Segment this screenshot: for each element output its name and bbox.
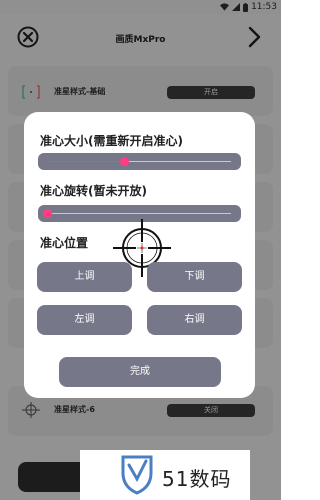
slider-fill <box>47 161 125 162</box>
rotation-title: 准心旋转(暂未开放) <box>40 184 147 198</box>
move-up-button[interactable]: 上调 <box>37 262 132 292</box>
size-slider[interactable] <box>38 153 241 170</box>
done-button[interactable]: 完成 <box>59 357 221 387</box>
move-down-button[interactable]: 下调 <box>147 262 242 292</box>
move-right-button[interactable]: 右调 <box>147 305 242 335</box>
slider-thumb[interactable] <box>43 209 52 218</box>
shield-logo-icon <box>121 455 153 495</box>
watermark: 51数码 <box>80 450 250 500</box>
crosshair-settings-dialog: 准心大小(需重新开启准心) 准心旋转(暂未开放) 准心位置 上调 下调 左调 右… <box>24 112 255 398</box>
size-title: 准心大小(需重新开启准心) <box>40 134 183 148</box>
slider-thumb[interactable] <box>120 157 130 166</box>
position-title: 准心位置 <box>40 236 89 250</box>
move-left-button[interactable]: 左调 <box>37 305 132 335</box>
slider-track <box>47 213 231 214</box>
watermark-text: 51数码 <box>162 467 232 491</box>
screen: 11:53 画质MxPro 准星样式-基础 开启 准星样式-6 关闭 准心大小(… <box>0 0 281 500</box>
